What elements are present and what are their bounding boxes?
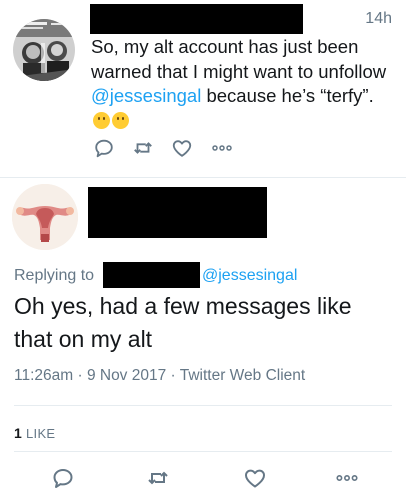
likes-label: LIKE [26, 426, 56, 441]
more-icon[interactable] [334, 465, 360, 491]
redacted-display-name [88, 187, 267, 238]
retweet-icon[interactable] [131, 136, 155, 160]
avatar-image [13, 19, 75, 81]
tweet-text-before: So, my alt account has just been warned … [91, 36, 387, 82]
tweet-meta[interactable]: 11:26am · 9 Nov 2017 · Twitter Web Clien… [14, 367, 305, 385]
rolling-eyes-emoji-icon [112, 111, 129, 129]
retweet-icon[interactable] [145, 465, 171, 491]
likes-number: 1 [14, 425, 23, 441]
replying-to-label: Replying to [14, 267, 95, 284]
redacted-username [90, 4, 303, 34]
mention-link[interactable]: @jessesingal [91, 85, 201, 106]
tweet-text: Oh yes, had a few messages like that on … [14, 293, 352, 352]
tweet-1[interactable]: 14h So, my alt account has just been war… [0, 0, 406, 178]
thinking-face-emoji-icon [93, 111, 110, 129]
like-icon[interactable] [242, 465, 268, 491]
divider [14, 451, 392, 452]
reply-icon[interactable] [92, 136, 116, 160]
avatar[interactable] [12, 184, 78, 250]
replying-to: Replying to @jessesingal [14, 262, 297, 288]
mention-link[interactable]: @jessesingal [202, 267, 297, 285]
tweet-text: So, my alt account has just been warned … [91, 35, 391, 133]
tweet-text-after: because he’s “terfy”. [201, 85, 374, 106]
like-icon[interactable] [170, 136, 194, 160]
reply-icon[interactable] [50, 465, 76, 491]
tweet-timestamp[interactable]: 14h [365, 10, 392, 28]
tweet-actions [0, 465, 406, 491]
avatar[interactable] [13, 19, 75, 81]
more-icon[interactable] [210, 136, 234, 160]
divider [14, 405, 392, 406]
likes-count[interactable]: 1 LIKE [14, 425, 55, 441]
redacted-replied-user [103, 262, 200, 288]
avatar-image [12, 184, 78, 250]
